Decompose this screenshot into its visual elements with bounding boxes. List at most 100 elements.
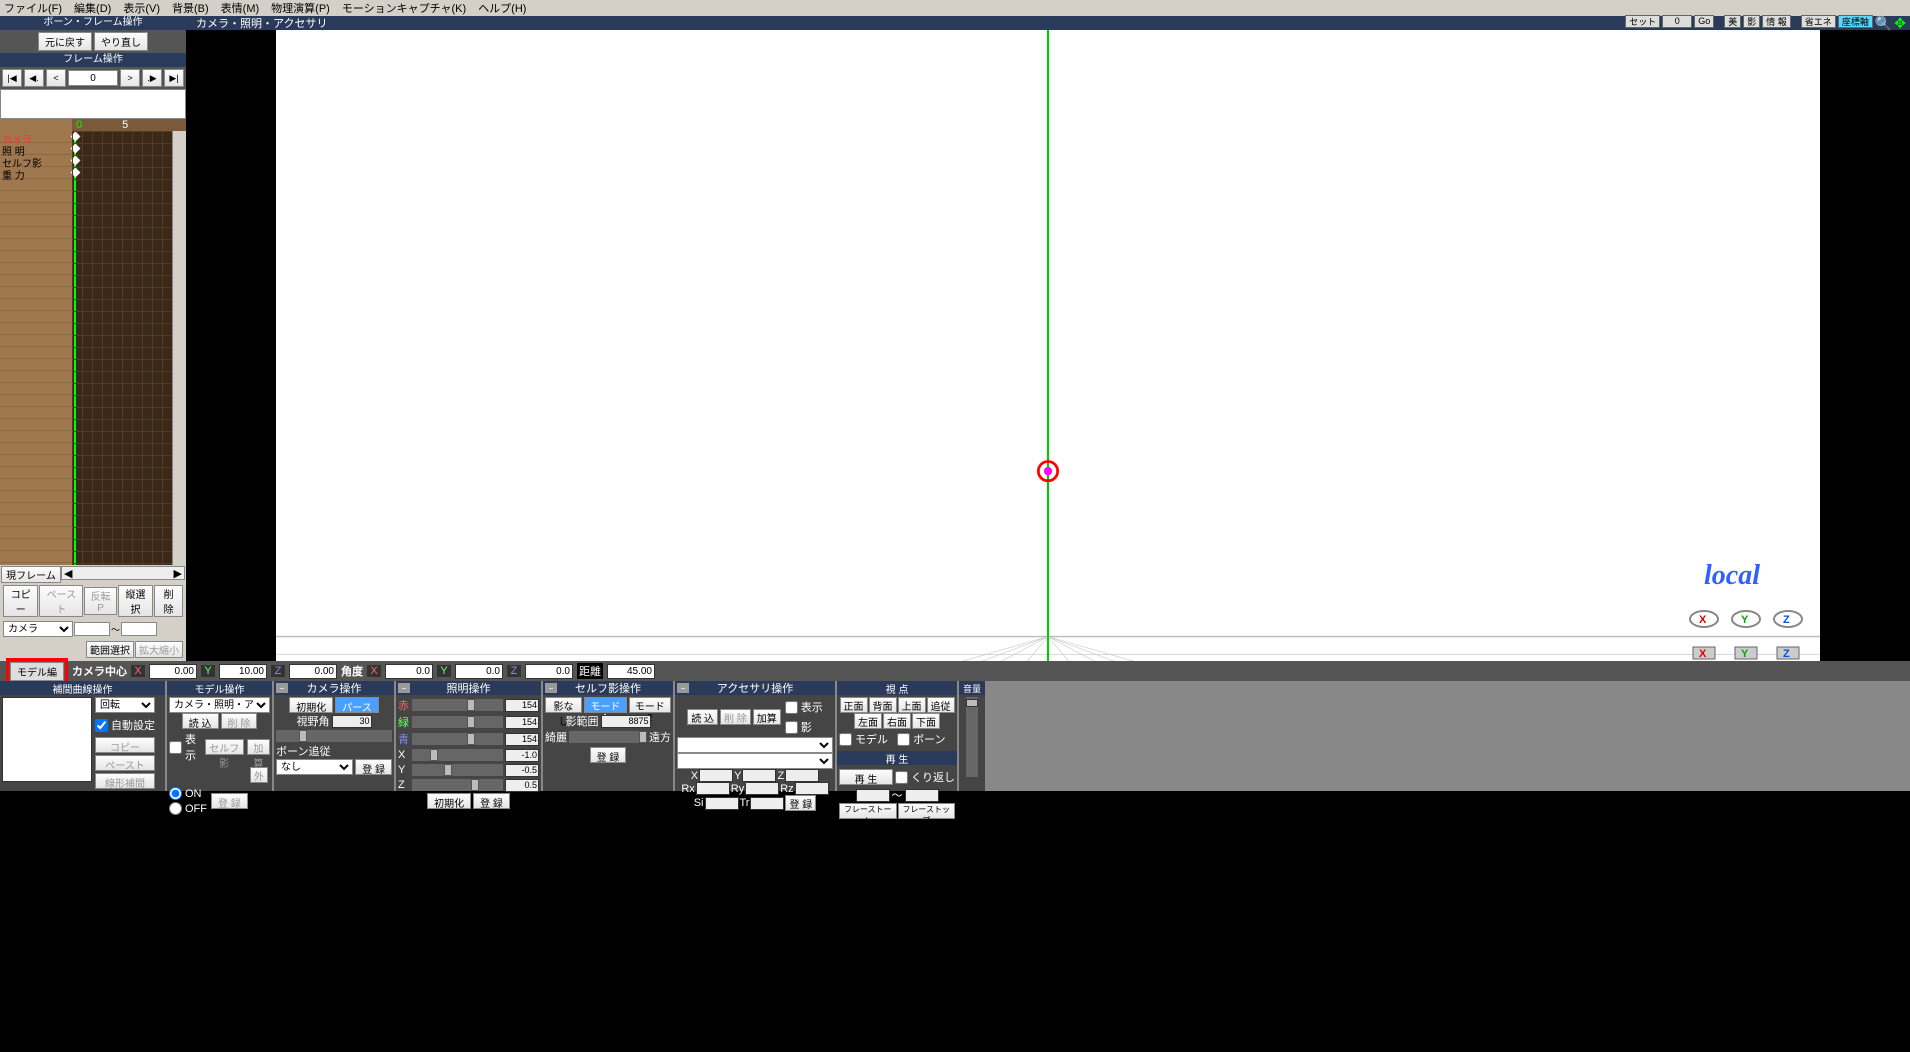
- interp-linear-button[interactable]: 線形補間: [95, 773, 155, 789]
- repeat-checkbox[interactable]: [895, 771, 908, 784]
- cam-z-input[interactable]: [289, 664, 337, 679]
- curr-frame-button[interactable]: 現フレーム: [1, 566, 61, 583]
- model-on-radio[interactable]: [169, 787, 182, 800]
- track-camera[interactable]: カメラ: [0, 131, 72, 143]
- acc-tr-input[interactable]: [750, 797, 784, 810]
- model-show-checkbox[interactable]: [169, 741, 182, 754]
- gizmo-move-x[interactable]: X: [1687, 639, 1721, 661]
- acc-rx-input[interactable]: [696, 782, 730, 795]
- range-select-button[interactable]: 範囲選択: [86, 641, 134, 658]
- mode1-button[interactable]: モード1: [584, 697, 626, 713]
- play-from-input[interactable]: [856, 789, 890, 802]
- red-slider[interactable]: [412, 699, 503, 711]
- cam-y-input[interactable]: [219, 664, 267, 679]
- undo-button[interactable]: 元に戻す: [38, 32, 92, 51]
- eco-button[interactable]: 省エネ: [1801, 15, 1836, 28]
- framestart-button[interactable]: フレーストート: [839, 803, 897, 819]
- copy-button[interactable]: コピー: [3, 585, 38, 617]
- range-to-input[interactable]: [121, 622, 157, 636]
- menu-mocap[interactable]: モーションキャプチャ(K): [342, 0, 466, 16]
- shadow-slider[interactable]: [569, 731, 647, 743]
- timeline-scrollbar-h[interactable]: ◀▶: [61, 566, 185, 580]
- gizmo-rot-y[interactable]: Y: [1729, 605, 1763, 633]
- gizmo-rot-z[interactable]: Z: [1771, 605, 1805, 633]
- acc-bone-select[interactable]: [677, 753, 833, 769]
- fov-input[interactable]: [332, 715, 372, 728]
- lz-slider[interactable]: [412, 779, 503, 791]
- menu-help[interactable]: ヘルプ(H): [478, 0, 526, 16]
- blue-input[interactable]: [505, 733, 539, 746]
- shadow-button[interactable]: 影: [1743, 15, 1760, 28]
- acc-shadow-checkbox[interactable]: [785, 721, 798, 734]
- play-button[interactable]: 再 生: [839, 769, 893, 785]
- viewport-3d[interactable]: local X Y Z X Y Z: [276, 30, 1820, 661]
- selfshadow-toggle[interactable]: セルフ影: [205, 739, 244, 755]
- perspective-button[interactable]: パース: [335, 697, 379, 713]
- timeline-scrollbar-v[interactable]: [172, 131, 186, 565]
- model-register-button[interactable]: 登 録: [211, 793, 248, 809]
- interp-curve-editor[interactable]: [2, 697, 92, 782]
- vselect-button[interactable]: 縦選択: [118, 585, 153, 617]
- view-model-checkbox[interactable]: [839, 733, 852, 746]
- model-ext-button[interactable]: 外: [250, 767, 268, 783]
- delete-frame-button[interactable]: 削 除: [154, 585, 183, 617]
- collapse-icon[interactable]: −: [545, 683, 557, 693]
- play-to-input[interactable]: [905, 789, 939, 802]
- noshadow-button[interactable]: 影なし: [545, 697, 582, 713]
- acc-z-input[interactable]: [785, 769, 819, 782]
- acc-si-input[interactable]: [705, 797, 739, 810]
- collapse-icon[interactable]: −: [276, 683, 288, 693]
- move-icon[interactable]: ✥: [1894, 15, 1906, 32]
- frame-prev-key-button[interactable]: ◀.: [24, 69, 44, 87]
- ang-y-input[interactable]: [455, 664, 503, 679]
- view-left-button[interactable]: 左面: [854, 713, 882, 729]
- ang-z-input[interactable]: [525, 664, 573, 679]
- blue-slider[interactable]: [412, 733, 503, 745]
- view-bone-checkbox[interactable]: [897, 733, 910, 746]
- interp-type-select[interactable]: 回転: [95, 697, 155, 713]
- redo-button[interactable]: やり直し: [94, 32, 148, 51]
- acc-x-input[interactable]: [699, 769, 733, 782]
- lz-input[interactable]: [505, 779, 539, 792]
- model-edit-button[interactable]: モデル編: [10, 662, 64, 681]
- frame-next-key-button[interactable]: .▶: [142, 69, 162, 87]
- model-add-button[interactable]: 加算: [247, 739, 270, 755]
- set-number-input[interactable]: [1662, 15, 1692, 28]
- mode2-button[interactable]: モード2: [629, 697, 671, 713]
- bonetrack-select[interactable]: なし: [276, 759, 353, 775]
- zoom-button[interactable]: 拡大縮小: [135, 641, 183, 658]
- view-right-button[interactable]: 右面: [883, 713, 911, 729]
- paste-button[interactable]: ペースト: [39, 585, 83, 617]
- track-light[interactable]: 照 明: [0, 143, 72, 155]
- cam-x-input[interactable]: [149, 664, 197, 679]
- track-selfshadow[interactable]: セルフ影: [0, 155, 72, 167]
- go-button[interactable]: Go: [1694, 15, 1714, 28]
- ang-x-input[interactable]: [385, 664, 433, 679]
- acc-rz-input[interactable]: [795, 782, 829, 795]
- ly-input[interactable]: [505, 764, 539, 777]
- distance-input[interactable]: [607, 664, 655, 679]
- frame-list[interactable]: [0, 89, 186, 119]
- acc-add-button[interactable]: 加算: [753, 709, 781, 725]
- info-button[interactable]: 情 報: [1762, 15, 1791, 28]
- view-bottom-button[interactable]: 下面: [912, 713, 940, 729]
- track-grid[interactable]: [72, 131, 186, 565]
- framestop-button[interactable]: フレーストップ: [898, 803, 956, 819]
- view-front-button[interactable]: 正面: [840, 697, 868, 713]
- camera-init-button[interactable]: 初期化: [289, 697, 333, 713]
- reverse-button[interactable]: 反転P: [84, 587, 116, 615]
- collapse-icon[interactable]: −: [677, 683, 689, 693]
- acc-delete-button[interactable]: 削 除: [720, 709, 751, 725]
- menu-view[interactable]: 表示(V): [123, 0, 160, 16]
- light-register-button[interactable]: 登 録: [473, 793, 510, 809]
- set-button[interactable]: セット: [1625, 15, 1660, 28]
- model-load-button[interactable]: 読 込: [182, 713, 219, 729]
- model-delete-button[interactable]: 削 除: [221, 713, 258, 729]
- green-slider[interactable]: [412, 716, 503, 728]
- beauty-button[interactable]: 美: [1724, 15, 1741, 28]
- acc-show-checkbox[interactable]: [785, 701, 798, 714]
- interp-copy-button[interactable]: コピー: [95, 737, 155, 753]
- acc-register-button[interactable]: 登 録: [785, 795, 816, 811]
- frame-last-button[interactable]: ▶|: [164, 69, 184, 87]
- menu-file[interactable]: ファイル(F): [4, 0, 62, 16]
